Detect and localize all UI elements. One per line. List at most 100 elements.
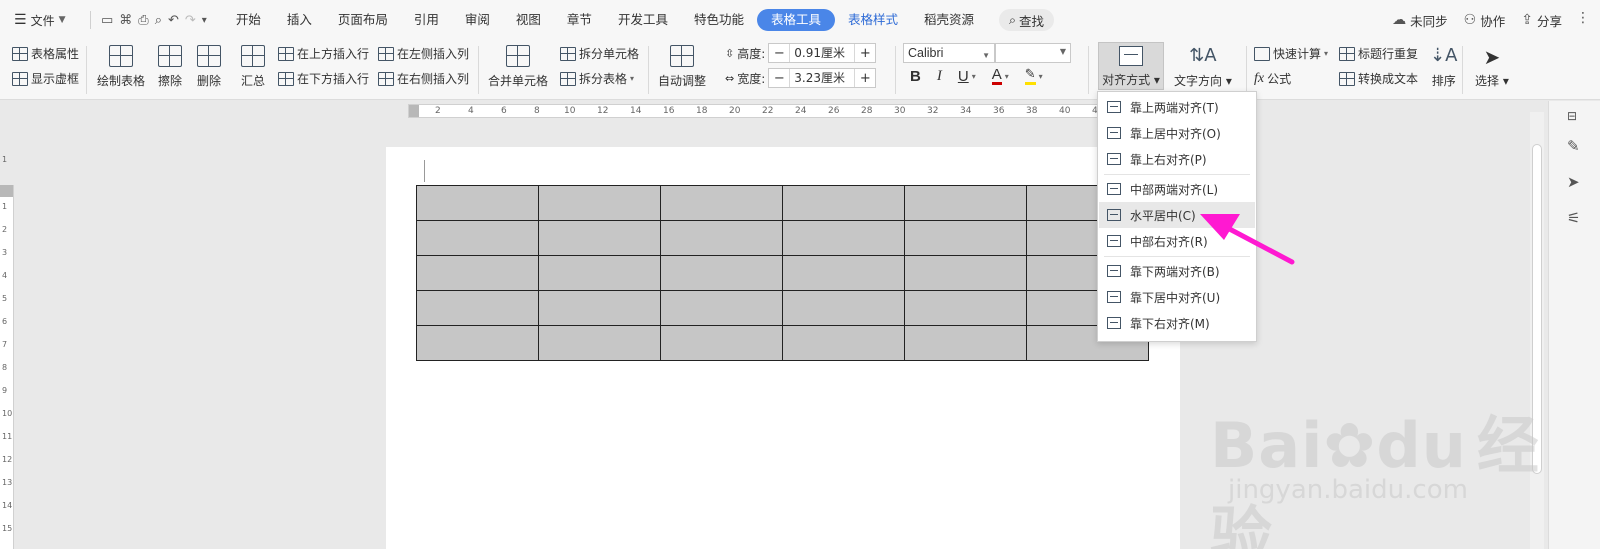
insert-col-right-button[interactable]: 在右侧插入列: [378, 70, 469, 87]
more-icon[interactable]: ⋮: [1576, 10, 1590, 26]
table-cell[interactable]: [660, 185, 783, 221]
quick-calc-button[interactable]: 快速计算 ▾: [1254, 45, 1328, 62]
tab-docer-resources[interactable]: 稻壳资源: [911, 9, 987, 31]
split-table-button[interactable]: 拆分表格 ▾: [560, 70, 634, 87]
font-name-select[interactable]: Calibri ▼: [903, 43, 995, 63]
convert-to-text-button[interactable]: 转换成文本: [1339, 70, 1418, 87]
text-direction-button[interactable]: ⇅A 文字方向 ▾: [1174, 45, 1232, 89]
file-menu[interactable]: ☰ 文件 ▼: [0, 12, 86, 29]
chevron-down-icon[interactable]: ▾: [972, 72, 976, 81]
tab-features[interactable]: 特色功能: [681, 9, 757, 31]
settings-sliders-icon[interactable]: ⚟: [1567, 209, 1580, 227]
table-cell[interactable]: [660, 290, 783, 326]
table-cell[interactable]: [538, 185, 661, 221]
collab-button[interactable]: ⚇ 协作: [1464, 11, 1506, 30]
print-preview-icon[interactable]: ⌕: [155, 13, 162, 28]
underline-button[interactable]: U: [958, 68, 969, 85]
height-input[interactable]: 0.91厘米: [789, 44, 856, 62]
align-bottom-justify[interactable]: 靠下两端对齐(B): [1099, 258, 1255, 284]
bold-button[interactable]: B: [910, 68, 921, 85]
repeat-header-button[interactable]: 标题行重复: [1339, 45, 1418, 62]
align-top-justify[interactable]: 靠上两端对齐(T): [1099, 94, 1255, 120]
formula-button[interactable]: fx 公式: [1254, 70, 1291, 87]
redo-icon[interactable]: ↷: [185, 13, 196, 28]
width-input[interactable]: 3.23厘米: [789, 69, 856, 87]
document-table[interactable]: [416, 185, 1149, 361]
table-cell[interactable]: [904, 220, 1027, 256]
height-increase-button[interactable]: +: [855, 46, 875, 61]
table-cell[interactable]: [538, 220, 661, 256]
sort-button[interactable]: ⇣A 排序: [1430, 45, 1457, 89]
pen-icon[interactable]: ✎: [1567, 137, 1580, 155]
tab-view[interactable]: 视图: [503, 9, 554, 31]
chevron-down-icon[interactable]: ▾: [1005, 72, 1009, 81]
table-cell[interactable]: [660, 220, 783, 256]
tab-start[interactable]: 开始: [223, 9, 274, 31]
show-gridlines-button[interactable]: 显示虚框: [12, 70, 79, 87]
font-color-button[interactable]: A: [991, 67, 1002, 85]
select-button[interactable]: ➤ 选择 ▾: [1475, 45, 1509, 89]
table-cell[interactable]: [904, 185, 1027, 221]
align-top-center[interactable]: 靠上居中对齐(O): [1099, 120, 1255, 146]
align-bottom-right[interactable]: 靠下右对齐(M): [1099, 310, 1255, 336]
font-size-select[interactable]: ▼: [995, 43, 1071, 63]
format-painter-icon[interactable]: ⌘: [119, 13, 132, 28]
summary-button[interactable]: 汇总: [241, 45, 265, 89]
chevron-down-icon[interactable]: ▾: [1039, 72, 1043, 81]
table-cell[interactable]: [904, 325, 1027, 361]
table-cell[interactable]: [782, 255, 905, 291]
width-decrease-button[interactable]: −: [769, 71, 789, 86]
table-cell[interactable]: [904, 255, 1027, 291]
tab-page-layout[interactable]: 页面布局: [325, 9, 401, 31]
table-cell[interactable]: [660, 325, 783, 361]
italic-button[interactable]: I: [937, 68, 942, 85]
vertical-ruler[interactable]: 1 1 2 3 4 5 6 7 8 9 10 11 12 13 14 15: [0, 155, 14, 549]
table-cell[interactable]: [904, 290, 1027, 326]
insert-col-left-button[interactable]: 在左侧插入列: [378, 45, 469, 62]
alignment-button[interactable]: 对齐方式 ▾: [1098, 42, 1164, 90]
table-cell[interactable]: [538, 290, 661, 326]
print-icon[interactable]: ⎙: [138, 13, 148, 28]
align-middle-right[interactable]: 中部右对齐(R): [1099, 228, 1255, 254]
insert-row-below-button[interactable]: 在下方插入行: [278, 70, 369, 87]
tab-table-style[interactable]: 表格样式: [835, 9, 911, 31]
cursor-icon[interactable]: ➤: [1567, 173, 1580, 191]
tab-table-tools[interactable]: 表格工具: [756, 9, 835, 31]
table-cell[interactable]: [782, 325, 905, 361]
share-button[interactable]: ⇪ 分享: [1521, 11, 1562, 30]
align-bottom-center[interactable]: 靠下居中对齐(U): [1099, 284, 1255, 310]
highlight-icon[interactable]: ✎: [1024, 68, 1036, 85]
table-cell[interactable]: [538, 255, 661, 291]
auto-fit-button[interactable]: 自动调整: [658, 45, 706, 89]
tab-review[interactable]: 审阅: [452, 9, 503, 31]
tab-chapter[interactable]: 章节: [554, 9, 605, 31]
tab-developer[interactable]: 开发工具: [605, 9, 681, 31]
horizontal-ruler[interactable]: 2 4 6 8 10 12 14 16 18 20 22 24 26 28 30…: [408, 104, 1130, 118]
width-increase-button[interactable]: +: [855, 71, 875, 86]
align-middle-justify[interactable]: 中部两端对齐(L): [1099, 176, 1255, 202]
insert-row-above-button[interactable]: 在上方插入行: [278, 45, 369, 62]
split-cells-button[interactable]: 拆分单元格: [560, 45, 639, 62]
align-horizontal-center[interactable]: 水平居中(C): [1099, 202, 1255, 228]
table-cell[interactable]: [782, 220, 905, 256]
undo-icon[interactable]: ↶: [168, 13, 179, 28]
tab-insert[interactable]: 插入: [274, 9, 325, 31]
customize-icon[interactable]: ▾: [202, 15, 207, 26]
table-cell[interactable]: [416, 290, 539, 326]
tab-references[interactable]: 引用: [401, 9, 452, 31]
draw-table-button[interactable]: 绘制表格: [97, 45, 145, 89]
search-button[interactable]: ⌕ 查找: [999, 9, 1055, 31]
sync-status[interactable]: ☁ 未同步: [1392, 11, 1448, 30]
merge-cells-button[interactable]: 合并单元格: [488, 45, 548, 89]
height-decrease-button[interactable]: −: [769, 46, 789, 61]
table-cell[interactable]: [660, 255, 783, 291]
table-cell[interactable]: [538, 325, 661, 361]
erase-button[interactable]: 擦除: [158, 45, 182, 89]
save-icon[interactable]: ▭: [101, 13, 113, 28]
table-properties-button[interactable]: 表格属性: [12, 45, 79, 62]
table-cell[interactable]: [782, 185, 905, 221]
delete-button[interactable]: 删除: [197, 45, 221, 89]
table-cell[interactable]: [416, 255, 539, 291]
table-cell[interactable]: [416, 185, 539, 221]
table-cell[interactable]: [782, 290, 905, 326]
